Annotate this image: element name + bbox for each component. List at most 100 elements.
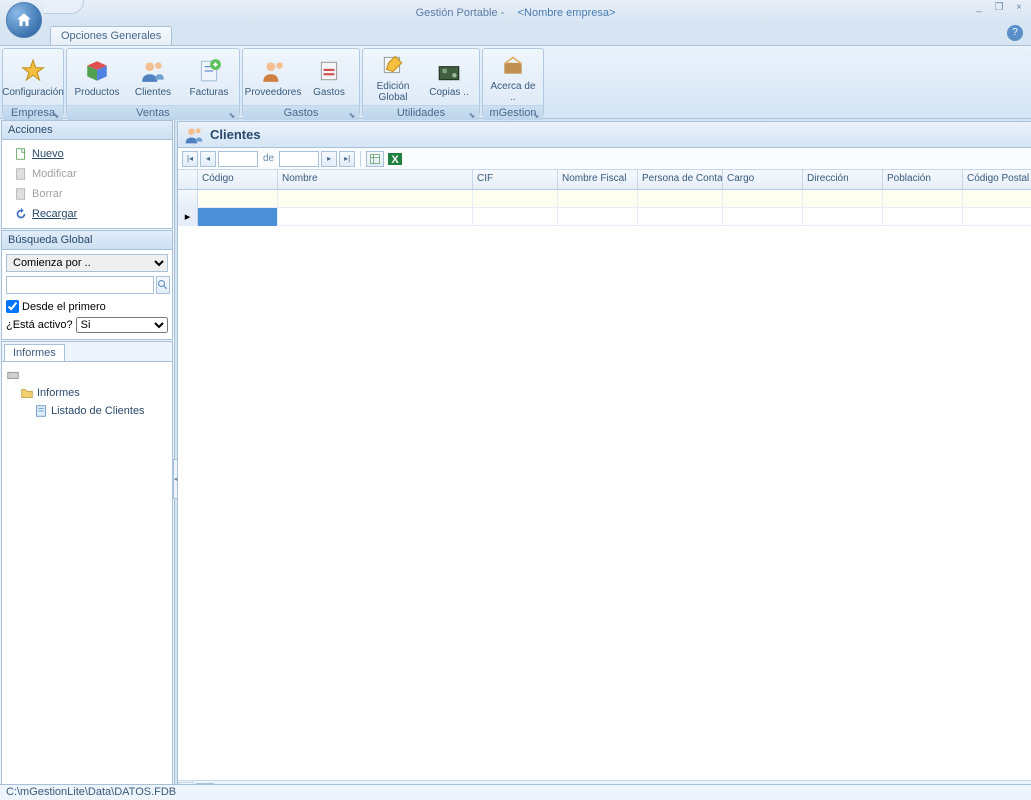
title-bar: Gestión Portable - <Nombre empresa> _ ❐ … xyxy=(0,0,1031,23)
search-input[interactable] xyxy=(6,276,154,294)
grid-customize-button[interactable] xyxy=(366,151,384,167)
action-recargar[interactable]: Recargar xyxy=(6,204,168,224)
ribbon-group-mgestion: Acerca de .. mGestion⬊ xyxy=(482,48,544,116)
gastos-label: Gastos xyxy=(313,87,345,98)
tree-folder-informes[interactable]: Informes xyxy=(6,384,168,402)
data-grid[interactable]: Código Nombre CIF Nombre Fiscal Persona … xyxy=(178,170,1031,780)
col-nombre[interactable]: Nombre xyxy=(278,170,473,189)
configuracion-label: Configuración xyxy=(2,87,64,98)
navigator-bar: |◂ ◂ de ▸ ▸| X xyxy=(178,148,1031,170)
col-poblacion[interactable]: Población xyxy=(883,170,963,189)
search-icon xyxy=(157,279,169,291)
group-label-ventas: Ventas xyxy=(136,107,170,119)
col-cargo[interactable]: Cargo xyxy=(723,170,803,189)
panel-header-acciones: Acciones xyxy=(2,121,172,140)
panel-busqueda: Búsqueda Global Comienza por .. Desde el… xyxy=(1,230,173,340)
nav-last-button[interactable]: ▸| xyxy=(339,151,355,167)
proveedores-button[interactable]: Proveedores xyxy=(247,51,299,103)
clients-icon xyxy=(139,57,167,85)
launcher-icon[interactable]: ⬊ xyxy=(531,108,541,118)
group-label-mgestion: mGestion xyxy=(489,107,536,119)
page-input[interactable] xyxy=(218,151,258,167)
search-button[interactable] xyxy=(156,276,170,294)
copias-button[interactable]: Copias .. xyxy=(423,51,475,103)
backup-icon xyxy=(435,57,463,85)
ribbon-tabs: Opciones Generales ? xyxy=(0,23,1031,45)
content-header: Clientes xyxy=(178,122,1031,148)
acerca-de-label: Acerca de .. xyxy=(487,81,539,103)
col-nombre-fiscal[interactable]: Nombre Fiscal xyxy=(558,170,638,189)
window-title: Gestión Portable - <Nombre empresa> xyxy=(0,5,1031,19)
clientes-button[interactable]: Clientes xyxy=(127,51,179,103)
app-menu-orb[interactable] xyxy=(6,2,42,38)
grid-data-row[interactable]: ▸ xyxy=(178,208,1031,226)
content-area: ◂ Clientes |◂ ◂ de ▸ ▸| X Código N xyxy=(177,121,1031,797)
action-nuevo-label: Nuevo xyxy=(32,148,64,160)
col-cif[interactable]: CIF xyxy=(473,170,558,189)
nav-first-button[interactable]: |◂ xyxy=(182,151,198,167)
proveedores-label: Proveedores xyxy=(245,87,302,98)
svg-text:X: X xyxy=(391,154,399,166)
col-persona-contacto[interactable]: Persona de Contacto xyxy=(638,170,723,189)
action-nuevo[interactable]: Nuevo xyxy=(6,144,168,164)
configuracion-button[interactable]: Configuración xyxy=(7,51,59,103)
report-icon xyxy=(34,404,48,418)
tree-root[interactable] xyxy=(6,366,168,384)
acerca-de-button[interactable]: Acerca de .. xyxy=(487,51,539,103)
panel-acciones: Acciones Nuevo Modificar Borrar Recargar xyxy=(1,120,173,229)
edicion-global-label: Edición Global xyxy=(367,81,419,103)
drive-icon xyxy=(6,368,20,382)
excel-icon: X xyxy=(387,151,403,167)
grid-filter-row[interactable] xyxy=(178,190,1031,208)
search-mode-select[interactable]: Comienza por .. xyxy=(6,254,168,272)
home-icon xyxy=(15,11,33,29)
panel-header-busqueda: Búsqueda Global xyxy=(2,231,172,250)
minimize-button[interactable]: _ xyxy=(971,2,987,16)
close-button[interactable]: × xyxy=(1011,2,1027,16)
facturas-button[interactable]: Facturas xyxy=(183,51,235,103)
launcher-icon[interactable]: ⬊ xyxy=(347,108,357,118)
help-button[interactable]: ? xyxy=(1007,25,1023,41)
tab-informes[interactable]: Informes xyxy=(4,344,65,361)
nav-next-button[interactable]: ▸ xyxy=(321,151,337,167)
invoices-icon xyxy=(195,57,223,85)
group-label-empresa: Empresa xyxy=(11,107,55,119)
productos-label: Productos xyxy=(74,87,119,98)
content-title: Clientes xyxy=(210,127,261,142)
productos-button[interactable]: Productos xyxy=(71,51,123,103)
ribbon-group-utilidades: Edición Global Copias .. Utilidades⬊ xyxy=(362,48,480,116)
gastos-button[interactable]: Gastos xyxy=(303,51,355,103)
row-indicator-icon: ▸ xyxy=(178,208,198,225)
row-indicator-header xyxy=(178,170,198,189)
suppliers-icon xyxy=(259,57,287,85)
nav-prev-button[interactable]: ◂ xyxy=(200,151,216,167)
export-excel-button[interactable]: X xyxy=(386,151,404,167)
clients-header-icon xyxy=(184,125,204,145)
launcher-icon[interactable]: ⬊ xyxy=(227,108,237,118)
document-edit-icon xyxy=(14,167,28,181)
about-icon xyxy=(499,51,527,79)
ribbon-group-empresa: Configuración Empresa⬊ xyxy=(2,48,64,116)
col-direccion[interactable]: Dirección xyxy=(803,170,883,189)
desde-primero-checkbox[interactable] xyxy=(6,300,19,313)
edicion-global-button[interactable]: Edición Global xyxy=(367,51,419,103)
launcher-icon[interactable]: ⬊ xyxy=(467,108,477,118)
action-borrar: Borrar xyxy=(6,184,168,204)
desde-primero-label: Desde el primero xyxy=(22,301,106,313)
tab-opciones-generales[interactable]: Opciones Generales xyxy=(50,26,172,45)
global-edit-icon xyxy=(379,51,407,79)
activo-select[interactable]: Si xyxy=(76,317,168,333)
company-name: <Nombre empresa> xyxy=(518,7,616,19)
col-codigo[interactable]: Código xyxy=(198,170,278,189)
sidebar: Acciones Nuevo Modificar Borrar Recargar xyxy=(0,119,175,799)
launcher-icon[interactable]: ⬊ xyxy=(51,108,61,118)
action-recargar-label: Recargar xyxy=(32,208,77,220)
document-delete-icon xyxy=(14,187,28,201)
facturas-label: Facturas xyxy=(190,87,229,98)
tree-item-listado[interactable]: Listado de Clientes xyxy=(6,402,168,420)
page-total xyxy=(279,151,319,167)
restore-button[interactable]: ❐ xyxy=(991,2,1007,16)
activo-label: ¿Está activo? xyxy=(6,319,73,331)
page-of-label: de xyxy=(260,153,277,164)
col-codigo-postal[interactable]: Código Postal xyxy=(963,170,1031,189)
